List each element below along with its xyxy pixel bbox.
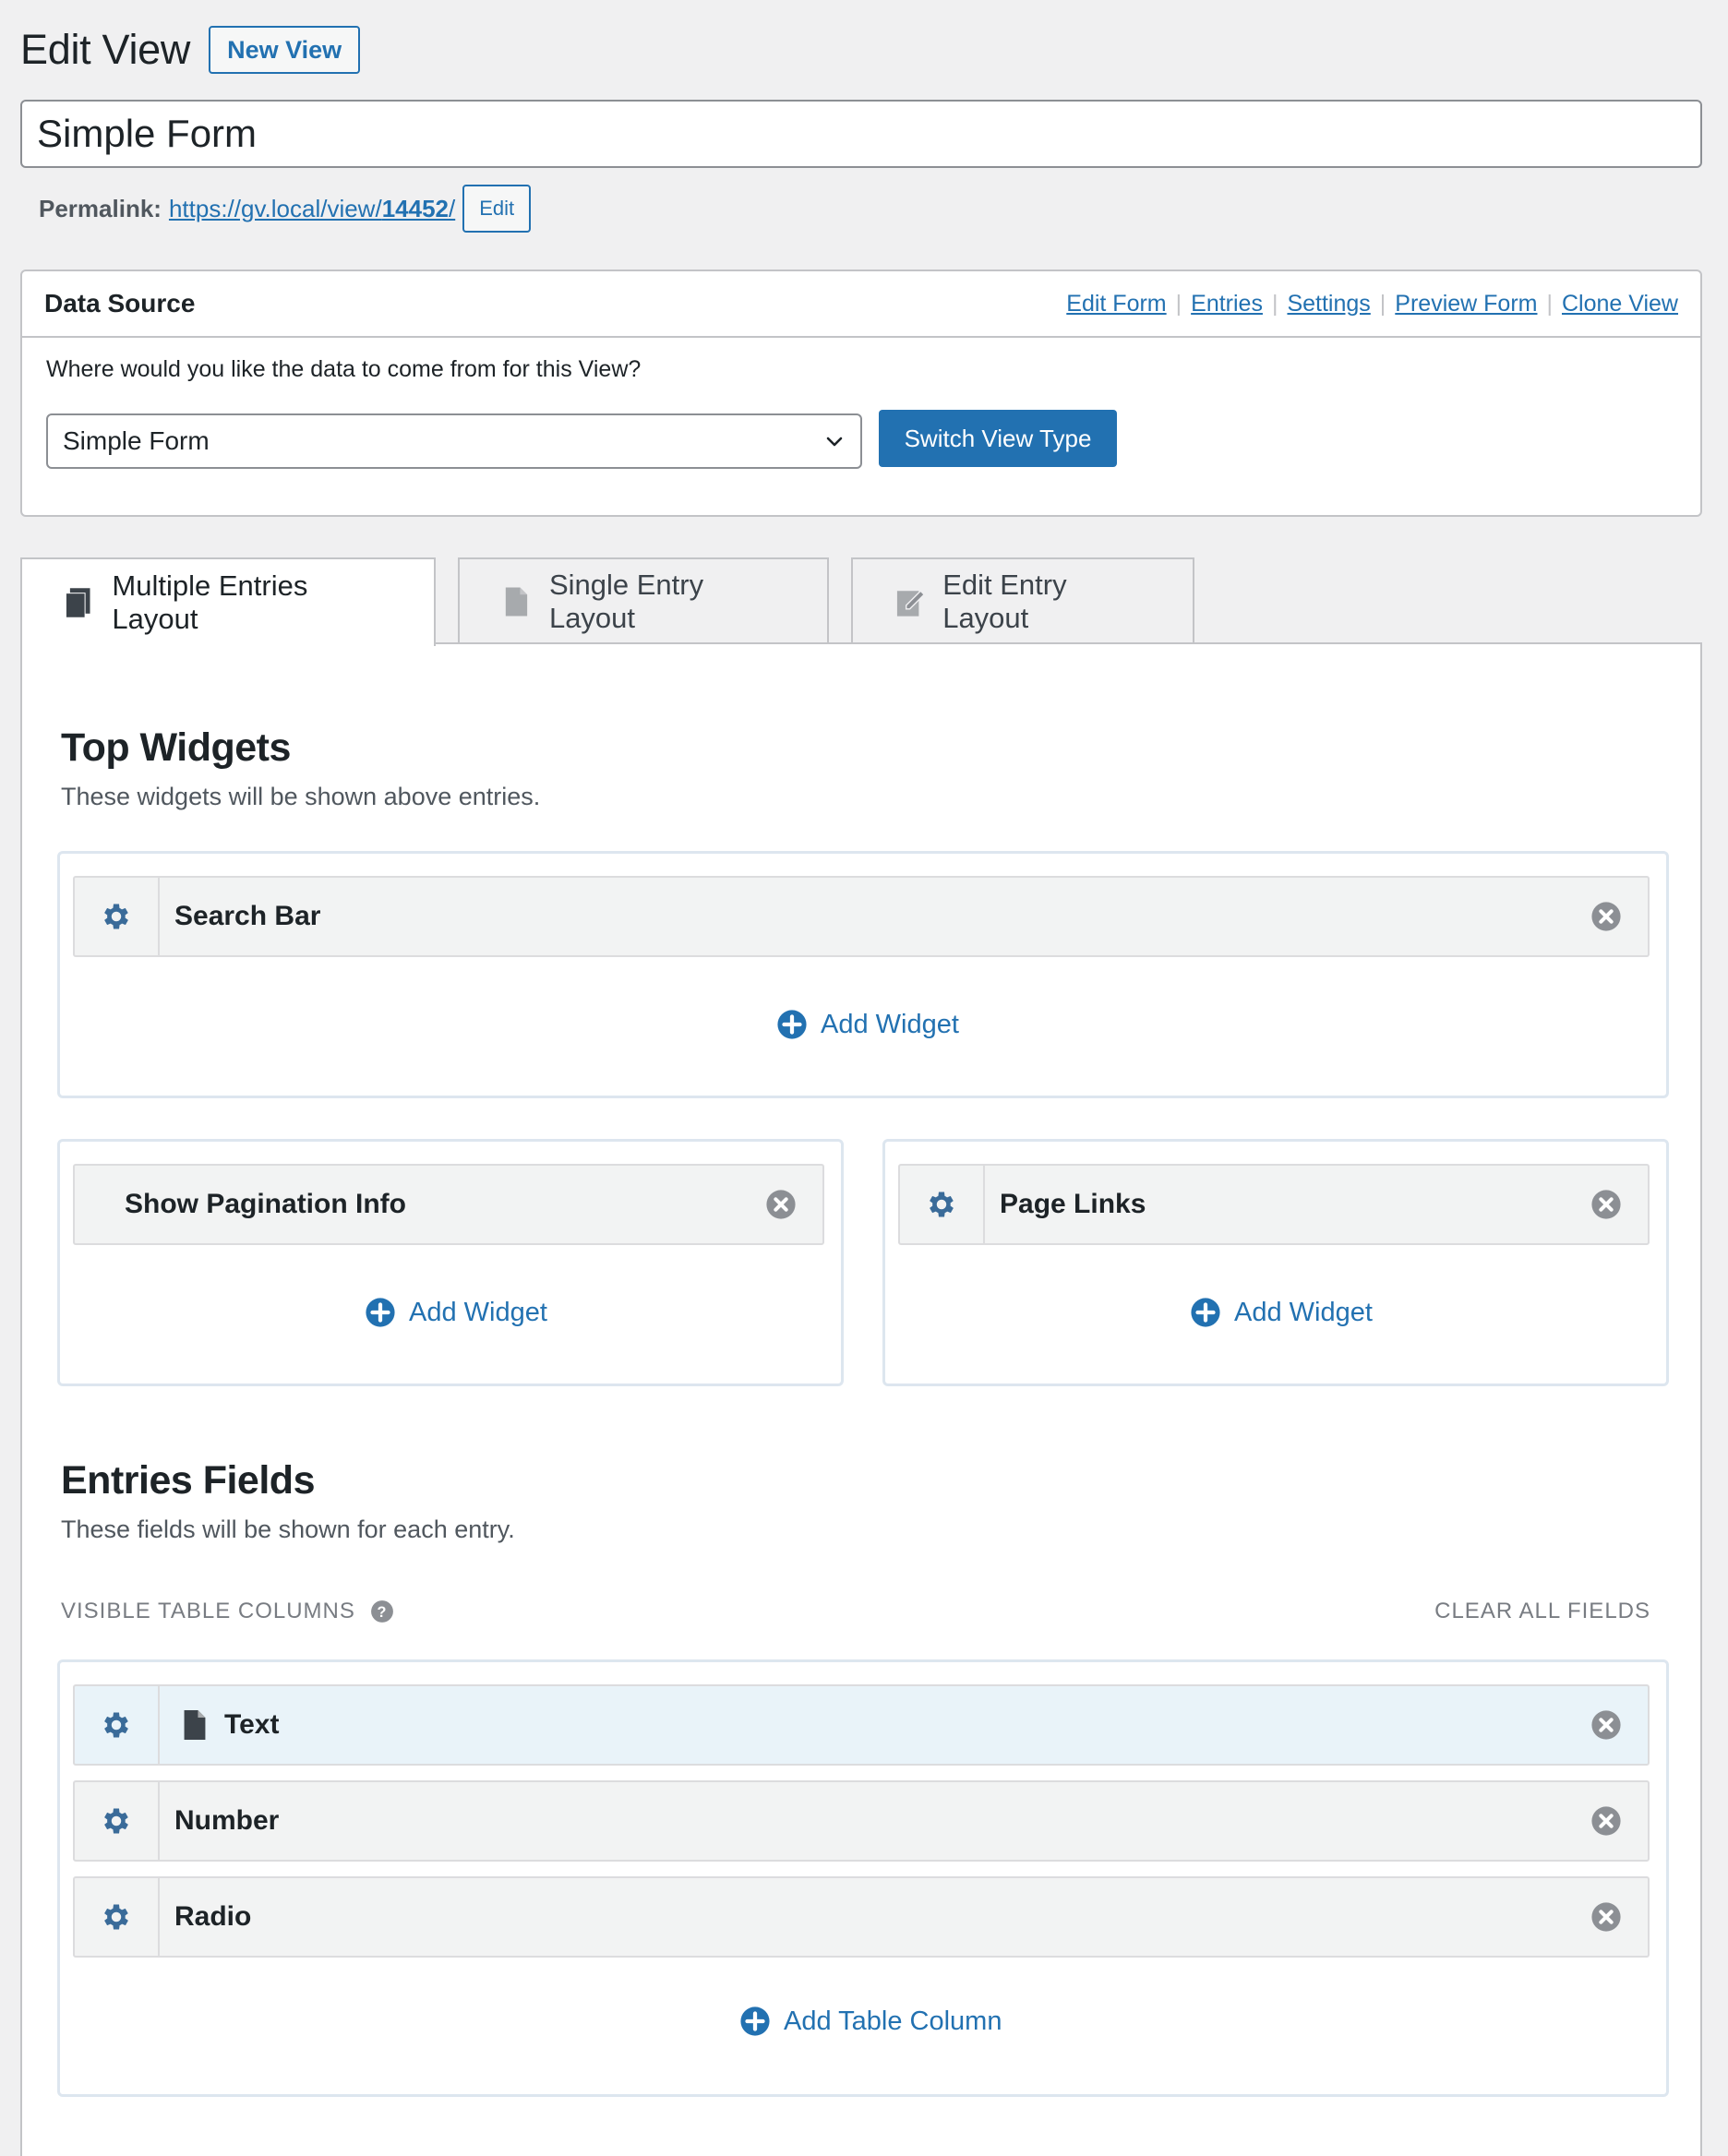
gear-icon xyxy=(104,1904,128,1930)
plus-circle-icon xyxy=(777,1010,807,1039)
remove-icon[interactable] xyxy=(1590,1901,1622,1933)
new-view-button[interactable]: New View xyxy=(209,26,361,74)
gear-icon xyxy=(104,904,128,929)
remove-icon[interactable] xyxy=(1590,901,1622,932)
field-settings[interactable] xyxy=(75,1782,160,1860)
remove-icon[interactable] xyxy=(765,1189,797,1220)
page-header: Edit View New View xyxy=(20,24,361,76)
permalink-url[interactable]: https://gv.local/view/14452/ xyxy=(169,195,455,223)
gear-icon xyxy=(104,1808,128,1834)
data-source-box: Data Source Edit Form | Entries | Settin… xyxy=(20,270,1702,517)
plus-circle-icon xyxy=(366,1298,395,1327)
multiple-documents-icon xyxy=(65,588,90,618)
tab-edit-entry[interactable]: Edit Entry Layout xyxy=(851,557,1194,644)
chevron-down-icon xyxy=(826,437,843,447)
tab-label: Edit Entry Layout xyxy=(942,569,1067,634)
permalink-label: Permalink: xyxy=(39,194,162,222)
top-widgets-title: Top Widgets xyxy=(61,725,291,770)
clear-all-fields-link[interactable]: CLEAR ALL FIELDS xyxy=(1434,1599,1650,1624)
field-text[interactable]: Text xyxy=(73,1684,1650,1766)
tab-label: Single Entry Layout xyxy=(548,569,704,634)
document-icon xyxy=(184,1710,206,1740)
widget-settings[interactable] xyxy=(75,878,160,955)
switch-view-type-button[interactable]: Switch View Type xyxy=(879,410,1117,467)
field-number[interactable]: Number xyxy=(73,1780,1650,1862)
entries-fields-title: Entries Fields xyxy=(61,1458,315,1503)
widget-settings[interactable] xyxy=(900,1166,985,1243)
field-label: Text xyxy=(224,1709,280,1740)
plus-circle-icon xyxy=(1191,1298,1220,1327)
widget-page-links[interactable]: Page Links xyxy=(898,1164,1650,1245)
settings-link[interactable]: Settings xyxy=(1287,291,1370,317)
widget-area-left: Show Pagination Info Add Widget xyxy=(57,1139,844,1386)
field-label: Radio xyxy=(174,1901,252,1932)
add-table-column-link[interactable]: Add Table Column xyxy=(739,2006,1002,2037)
field-radio[interactable]: Radio xyxy=(73,1876,1650,1958)
tab-single-entry[interactable]: Single Entry Layout xyxy=(458,557,829,644)
form-select[interactable]: Simple Form xyxy=(46,413,862,469)
layout-panel: Top Widgets These widgets will be shown … xyxy=(20,642,1702,2156)
field-settings[interactable] xyxy=(75,1686,160,1764)
document-icon xyxy=(505,587,528,617)
visible-table-columns-label: VISIBLE TABLE COLUMNS ? xyxy=(61,1599,394,1624)
top-widgets-description: These widgets will be shown above entrie… xyxy=(61,783,541,810)
tab-label: Multiple Entries Layout xyxy=(112,569,308,635)
remove-icon[interactable] xyxy=(1590,1189,1622,1220)
widget-area-top: Search Bar Add Widget xyxy=(57,851,1669,1098)
plus-circle-icon xyxy=(740,2006,770,2036)
entries-link[interactable]: Entries xyxy=(1191,291,1263,317)
widget-label: Search Bar xyxy=(174,901,321,931)
widget-label: Show Pagination Info xyxy=(125,1189,406,1219)
widget-area-right: Page Links Add Widget xyxy=(882,1139,1669,1386)
svg-text:?: ? xyxy=(377,1604,387,1621)
form-select-value: Simple Form xyxy=(63,426,210,455)
widget-search-bar[interactable]: Search Bar xyxy=(73,876,1650,957)
data-source-title: Data Source xyxy=(44,289,196,317)
entries-fields-description: These fields will be shown for each entr… xyxy=(61,1515,515,1543)
remove-icon[interactable] xyxy=(1590,1709,1622,1741)
add-widget-link[interactable]: Add Widget xyxy=(365,1297,547,1328)
data-source-links: Edit Form | Entries | Settings | Preview… xyxy=(1066,290,1678,317)
help-icon[interactable]: ? xyxy=(370,1599,394,1623)
edit-form-link[interactable]: Edit Form xyxy=(1066,291,1166,317)
edit-document-icon xyxy=(896,590,926,617)
fields-area: Text Number Radio Add Table Column xyxy=(57,1659,1669,2097)
page-title: Edit View xyxy=(20,26,191,73)
remove-icon[interactable] xyxy=(1590,1805,1622,1837)
permalink-row: Permalink: https://gv.local/view/14452/ … xyxy=(39,185,532,233)
data-source-header: Data Source Edit Form | Entries | Settin… xyxy=(22,271,1700,338)
clone-view-link[interactable]: Clone View xyxy=(1562,291,1678,317)
gear-icon xyxy=(930,1192,954,1217)
field-label: Number xyxy=(174,1805,280,1836)
preview-form-link[interactable]: Preview Form xyxy=(1395,291,1537,317)
add-widget-link[interactable]: Add Widget xyxy=(776,1009,959,1040)
gear-icon xyxy=(104,1712,128,1738)
field-settings[interactable] xyxy=(75,1878,160,1956)
tab-multiple-entries[interactable]: Multiple Entries Layout xyxy=(20,557,436,646)
widget-label: Page Links xyxy=(1000,1189,1146,1219)
add-widget-link[interactable]: Add Widget xyxy=(1190,1297,1373,1328)
widget-show-pagination-info[interactable]: Show Pagination Info xyxy=(73,1164,824,1245)
permalink-edit-button[interactable]: Edit xyxy=(462,185,532,233)
data-source-question: Where would you like the data to come fr… xyxy=(46,356,642,382)
view-title-input[interactable]: Simple Form xyxy=(20,100,1702,168)
